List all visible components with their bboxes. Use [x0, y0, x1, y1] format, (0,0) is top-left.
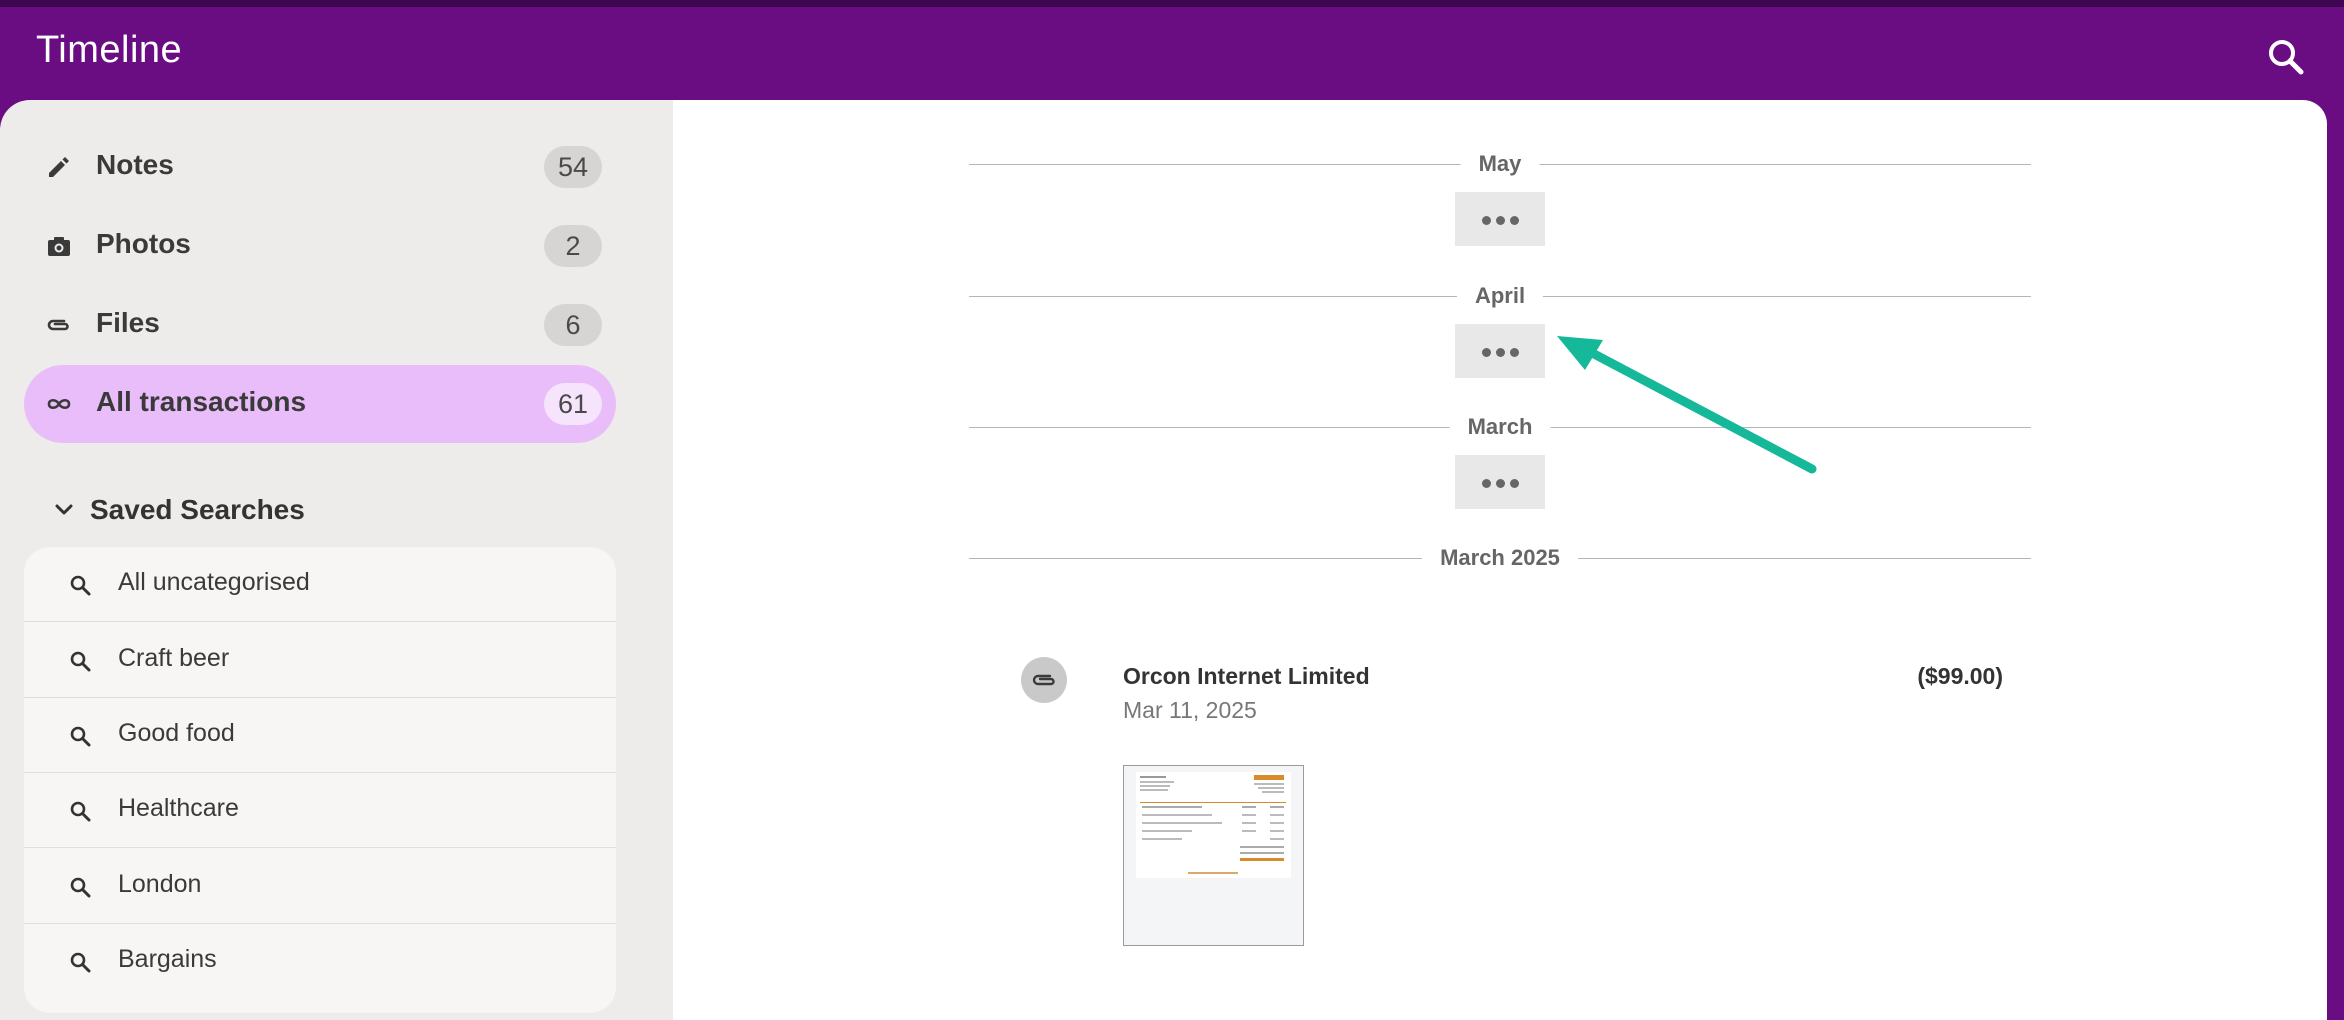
window-top-strip [0, 0, 2344, 7]
saved-search-label: Bargains [118, 945, 217, 973]
infinity-icon [47, 398, 71, 410]
saved-searches-title: Saved Searches [90, 494, 305, 525]
saved-search-item[interactable]: All uncategorised [24, 547, 616, 622]
pencil-icon [49, 157, 69, 177]
nav-label-all-transactions: All transactions [96, 386, 307, 417]
nav-count-all-transactions: 61 [544, 383, 602, 425]
saved-search-item[interactable]: Craft beer [24, 623, 616, 698]
month-label: March [1449, 410, 1551, 444]
invoice-thumbnail[interactable] [1123, 765, 1304, 946]
month-label: May [1460, 147, 1540, 181]
transaction-row[interactable]: Orcon Internet Limited Mar 11, 2025 ($99… [1021, 657, 2031, 747]
saved-search-label: Craft beer [118, 644, 230, 672]
nav-label-notes: Notes [96, 149, 174, 180]
sidebar: Notes 54 Photos 2 Files 6 All transactio… [0, 100, 673, 1020]
nav-count-photos: 2 [544, 225, 602, 267]
month-divider-april: April [969, 279, 2031, 313]
app-title: Timeline [36, 29, 183, 71]
month-label: April [1456, 279, 1544, 313]
saved-search-label: Good food [118, 719, 235, 747]
search-icon [70, 952, 91, 973]
nav-count-files: 6 [544, 304, 602, 346]
timeline-panel: May April March March 2025 Orcon Interne… [673, 100, 2327, 1020]
search-icon [70, 575, 91, 596]
camera-icon [48, 237, 70, 256]
search-button[interactable] [2262, 33, 2310, 81]
paperclip-icon [1032, 674, 1055, 686]
saved-search-label: All uncategorised [118, 568, 310, 596]
saved-searches-toggle[interactable]: Saved Searches [48, 486, 448, 536]
nav-item-photos[interactable]: Photos 2 [24, 207, 616, 285]
expand-may-button[interactable] [1455, 192, 1545, 246]
saved-search-label: London [118, 870, 202, 898]
nav-label-photos: Photos [96, 228, 191, 259]
search-icon [70, 801, 91, 822]
transaction-merchant: Orcon Internet Limited [1123, 663, 1370, 689]
nav-item-all-transactions[interactable]: All transactions 61 [24, 365, 616, 443]
month-divider-march-2025: March 2025 [969, 541, 2031, 575]
attachment-badge [1021, 657, 1067, 703]
paperclip-icon [47, 319, 69, 331]
saved-search-item[interactable]: Bargains [24, 924, 616, 999]
nav-count-notes: 54 [544, 146, 602, 188]
saved-searches-list: All uncategorised Craft beer Good food H… [24, 547, 616, 1013]
search-icon [2269, 40, 2304, 75]
saved-search-label: Healthcare [118, 794, 239, 822]
saved-search-item[interactable]: Good food [24, 698, 616, 773]
nav-item-notes[interactable]: Notes 54 [24, 128, 616, 206]
expand-march-button[interactable] [1455, 455, 1545, 509]
month-divider-may: May [969, 147, 2031, 181]
saved-search-item[interactable]: Healthcare [24, 773, 616, 848]
app-header: Timeline [0, 7, 2344, 100]
search-icon [70, 877, 91, 898]
transaction-amount: ($99.00) [1917, 663, 2003, 689]
nav-label-files: Files [96, 307, 160, 338]
month-label: March 2025 [1422, 541, 1578, 575]
month-divider-march: March [969, 410, 2031, 444]
chevron-down-icon [55, 504, 73, 515]
expand-april-button[interactable] [1455, 324, 1545, 378]
search-icon [70, 651, 91, 672]
nav-item-files[interactable]: Files 6 [24, 286, 616, 364]
invoice-document-preview [1136, 772, 1291, 878]
search-icon [70, 726, 91, 747]
saved-search-item[interactable]: London [24, 849, 616, 924]
transaction-date: Mar 11, 2025 [1123, 697, 1257, 723]
